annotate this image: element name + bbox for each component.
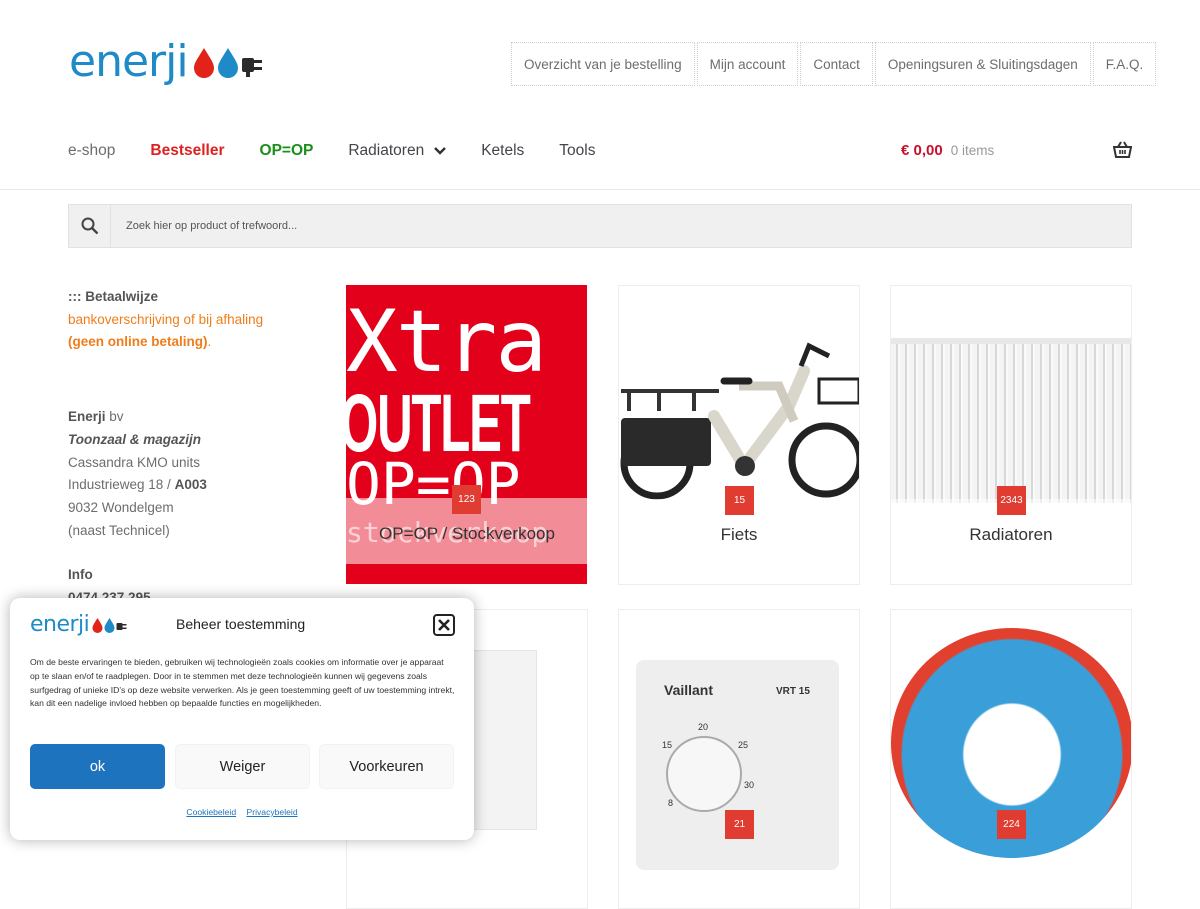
showroom-label: Toonzaal & magazijn (68, 431, 202, 447)
nav-tools[interactable]: Tools (559, 142, 595, 160)
nav-radiatoren-label: Radiatoren (348, 142, 425, 159)
product-count-badge: 123 (452, 485, 481, 514)
consent-text: Om de beste ervaringen te bieden, gebrui… (30, 657, 455, 709)
header-divider (0, 189, 1200, 190)
thermostat-dial (666, 736, 742, 812)
company-line: Enerji bv (68, 406, 318, 429)
cart-amount: € 0,00 (901, 142, 943, 159)
address-line-4: (naast Technicel) (68, 522, 170, 538)
dial-label-20: 20 (698, 722, 709, 732)
logo-text: enerji (69, 36, 189, 87)
nav-radiatoren[interactable]: Radiatoren (348, 142, 447, 160)
top-navigation: Overzicht van je bestelling Mijn account… (511, 42, 1158, 86)
topnav-opening-hours[interactable]: Openingsuren & Sluitingsdagen (874, 42, 1091, 86)
nav-bestseller[interactable]: Bestseller (150, 142, 224, 160)
cart-summary[interactable]: € 0,00 0 items (901, 142, 994, 159)
dial-label-30: 30 (744, 780, 755, 790)
accept-button[interactable]: ok (30, 744, 165, 789)
thermostat-brand: Vaillant (664, 682, 714, 698)
payment-method: bankoverschrijving of bij afhaling (68, 311, 264, 327)
topnav-order-overview[interactable]: Overzicht van je bestelling (511, 42, 695, 86)
category-card-opop[interactable]: Xtra OUTLET OP=OP stockverkoop 123 OP=OP… (346, 285, 588, 585)
address-line-2: Industrieweg 18 / A003 (68, 474, 318, 497)
payment-title: ::: Betaalwijze (68, 289, 159, 304)
category-card-radiatoren[interactable]: 2343 Radiatoren (890, 285, 1132, 585)
preferences-button[interactable]: Voorkeuren (319, 744, 454, 789)
category-card-thermostat[interactable]: Vaillant VRT 15 15 20 25 30 8 21 (618, 609, 860, 909)
address-unit: A003 (174, 477, 207, 493)
cart-item-count: 0 items (950, 143, 995, 158)
cookie-consent-modal: enerji Beheer toestemming Om de beste er… (10, 598, 474, 840)
category-title[interactable]: Radiatoren (891, 525, 1131, 545)
payment-note: (geen online betaling). (68, 331, 318, 354)
nav-opop[interactable]: OP=OP (260, 142, 314, 160)
nav-eshop[interactable]: e-shop (68, 142, 115, 160)
deny-button[interactable]: Weiger (175, 744, 310, 789)
thermostat-model: VRT 15 (776, 686, 810, 697)
payment-note-bold: (geen online betaling) (68, 334, 208, 350)
privacy-policy-link[interactable]: Privacybeleid (246, 807, 297, 817)
policy-links: Cookiebeleid Privacybeleid (10, 807, 474, 817)
topnav-faq[interactable]: F.A.Q. (1092, 42, 1157, 86)
payment-note-end: . (207, 334, 212, 350)
dial-label-15: 15 (662, 740, 673, 750)
company-name: Enerji (68, 409, 106, 425)
sidebar-info: ::: Betaalwijze bankoverschrijving of bi… (68, 286, 318, 610)
category-title[interactable]: OP=OP / Stockverkoop (346, 524, 588, 544)
nav-ketels[interactable]: Ketels (481, 142, 524, 160)
address-line-1: Cassandra KMO units (68, 454, 201, 470)
product-count-badge: 224 (997, 810, 1026, 839)
category-title[interactable]: Fiets (619, 525, 859, 545)
main-navigation: e-shop Bestseller OP=OP Radiatoren Ketel… (68, 140, 630, 162)
close-icon[interactable] (433, 614, 455, 636)
search-icon[interactable] (69, 205, 111, 247)
outlet-text-outlet: OUTLET (346, 378, 531, 469)
product-count-badge: 2343 (997, 486, 1026, 515)
address-street: Industrieweg 18 / (68, 477, 175, 493)
product-count-badge: 21 (725, 810, 754, 839)
search-input[interactable] (111, 206, 1131, 246)
cookie-policy-link[interactable]: Cookiebeleid (186, 807, 236, 817)
radiator-image (891, 338, 1131, 503)
chevron-down-icon (434, 147, 447, 155)
dial-label-8: 8 (668, 798, 674, 808)
product-count-badge: 15 (725, 486, 754, 515)
site-logo[interactable]: enerji (69, 40, 266, 84)
category-card-fiets[interactable]: 15 Fiets (618, 285, 860, 585)
info-title: Info (68, 567, 93, 583)
topnav-my-account[interactable]: Mijn account (696, 42, 799, 86)
modal-title: Beheer toestemming (176, 616, 306, 632)
company-suffix: bv (105, 409, 124, 425)
modal-logo-text: enerji (30, 612, 90, 637)
cargo-bike-image (620, 342, 859, 500)
topnav-contact[interactable]: Contact (800, 42, 873, 86)
modal-logo: enerji (30, 612, 129, 637)
drops-plug-icon (193, 48, 262, 78)
dial-label-25: 25 (738, 740, 749, 750)
product-search (68, 204, 1132, 248)
category-card-tubing[interactable]: 224 (890, 609, 1132, 909)
address-line-3: 9032 Wondelgem (68, 499, 174, 515)
outlet-text-xtra: Xtra (346, 299, 547, 385)
drops-plug-icon (92, 617, 127, 633)
shopping-basket-icon[interactable] (1113, 141, 1132, 158)
